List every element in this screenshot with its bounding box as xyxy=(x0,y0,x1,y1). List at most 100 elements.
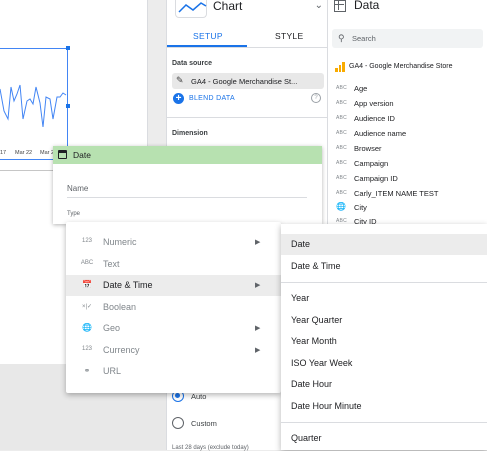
menu-separator xyxy=(281,282,487,283)
date-range-note: Last 28 days (exclude today) xyxy=(172,445,249,451)
radio-auto-label: Auto xyxy=(191,392,207,401)
resize-handle[interactable] xyxy=(66,46,70,50)
submenu-item-year-month[interactable]: Year Month xyxy=(281,331,487,352)
blend-data-button[interactable]: + BLEND DATA ? xyxy=(173,93,325,105)
submenu-item-date-time[interactable]: Date & Time xyxy=(281,256,487,277)
menu-item-label: Text xyxy=(103,259,120,269)
pencil-icon[interactable]: ✎ xyxy=(176,75,184,86)
submenu-item-label: Date Hour xyxy=(291,379,333,389)
search-input[interactable] xyxy=(352,32,477,45)
field-label: Campaign xyxy=(354,159,389,168)
field-item[interactable]: ABC App version xyxy=(332,96,483,111)
field-item[interactable]: ABC Campaign ID xyxy=(332,171,483,186)
text-type-icon: ABC xyxy=(336,115,347,121)
field-label: Audience ID xyxy=(354,114,395,123)
menu-item-boolean[interactable]: ×|✓ Boolean xyxy=(66,297,281,318)
field-label: Browser xyxy=(354,144,382,153)
menu-item-date-time[interactable]: 📅 Date & Time ▶ xyxy=(66,275,281,296)
menu-item-numeric[interactable]: 123 Numeric ▶ xyxy=(66,232,281,253)
name-field-underline xyxy=(67,197,307,198)
chart-type-selector[interactable]: Chart ⌄ xyxy=(173,0,323,22)
analytics-icon xyxy=(335,62,345,72)
tab-setup[interactable]: SETUP xyxy=(193,31,223,41)
menu-separator xyxy=(281,422,487,423)
submenu-item-iso-year-week[interactable]: ISO Year Week xyxy=(281,353,487,374)
dimension-heading: Dimension xyxy=(172,130,208,137)
menu-item-label: Numeric xyxy=(103,237,137,247)
field-edit-dialog: Date Name Type xyxy=(53,146,322,224)
time-series-line xyxy=(0,84,67,128)
dialog-header: Date xyxy=(53,146,322,164)
field-item[interactable]: ABC Age xyxy=(332,81,483,96)
name-field[interactable]: Name xyxy=(67,184,88,193)
field-item[interactable]: ABC Audience ID xyxy=(332,111,483,126)
resize-handle[interactable] xyxy=(66,104,70,108)
chart-type-label: Chart xyxy=(213,0,243,13)
field-label: Audience name xyxy=(354,129,407,138)
submenu-item-date-hour-minute[interactable]: Date Hour Minute xyxy=(281,396,487,417)
field-item[interactable]: ABC Browser xyxy=(332,141,483,156)
menu-item-label: Date & Time xyxy=(103,280,153,290)
submenu-item-label: Year Month xyxy=(291,336,337,346)
submenu-item-label: Quarter xyxy=(291,433,322,443)
numeric-type-icon: 123 xyxy=(81,346,92,352)
submenu-item-date[interactable]: Date xyxy=(281,234,487,255)
data-source-selector[interactable]: ✎ GA4 - Google Merchandise St... xyxy=(172,73,324,89)
submenu-arrow-icon: ▶ xyxy=(255,239,261,246)
table-icon xyxy=(334,0,346,12)
text-type-icon: ABC xyxy=(336,145,347,151)
menu-item-label: Currency xyxy=(103,345,140,355)
menu-item-label: Geo xyxy=(103,323,121,333)
numeric-type-icon: 123 xyxy=(81,238,92,244)
submenu-item-date-hour[interactable]: Date Hour xyxy=(281,374,487,395)
menu-item-currency[interactable]: 123 Currency ▶ xyxy=(66,340,281,361)
menu-item-label: URL xyxy=(103,366,122,376)
field-label: App version xyxy=(354,99,394,108)
submenu-arrow-icon: ▶ xyxy=(255,282,261,289)
menu-item-label: Boolean xyxy=(103,302,137,312)
text-type-icon: ABC xyxy=(336,85,347,91)
submenu-item-year[interactable]: Year xyxy=(281,288,487,309)
submenu-item-year-quarter[interactable]: Year Quarter xyxy=(281,310,487,331)
line-chart-icon xyxy=(175,0,207,18)
text-type-icon: ABC xyxy=(80,260,94,266)
help-icon[interactable]: ? xyxy=(311,93,321,103)
radio-custom[interactable] xyxy=(172,417,184,429)
field-label: City xyxy=(354,203,367,212)
submenu-item-label: Date & Time xyxy=(291,261,341,271)
submenu-item-label: Year xyxy=(291,293,310,303)
type-label: Type xyxy=(67,211,81,217)
field-item[interactable]: 🌐 City xyxy=(332,200,483,215)
calendar-icon xyxy=(58,150,67,159)
dialog-title: Date xyxy=(73,150,91,160)
field-search[interactable]: ⚲ xyxy=(332,29,483,48)
data-source-name: GA4 - Google Merchandise St... xyxy=(191,76,298,86)
text-type-icon: ABC xyxy=(336,175,347,181)
type-menu: 123 Numeric ▶ ABC Text 📅 Date & Time ▶ ×… xyxy=(66,222,281,393)
menu-item-url[interactable]: ⚭ URL xyxy=(66,361,281,382)
data-source-heading: Data source xyxy=(172,60,213,67)
submenu-arrow-icon: ▶ xyxy=(255,347,261,354)
chevron-down-icon[interactable]: ⌄ xyxy=(315,0,323,11)
menu-item-geo[interactable]: 🌐 Geo ▶ xyxy=(66,318,281,339)
field-item[interactable]: ABC Audience name xyxy=(332,126,483,141)
tab-style[interactable]: STYLE xyxy=(275,31,303,41)
data-panel-title: Data xyxy=(354,0,380,12)
field-label: Campaign ID xyxy=(354,174,398,183)
data-source-name: GA4 - Google Merchandise Store xyxy=(349,63,453,70)
text-type-icon: ABC xyxy=(336,190,347,196)
submenu-item-label: Date Hour Minute xyxy=(291,401,362,411)
field-label: Carly_ITEM NAME TEST xyxy=(354,189,439,198)
field-item[interactable]: ABC Carly_ITEM NAME TEST xyxy=(332,186,483,201)
submenu-item-label: Year Quarter xyxy=(291,315,343,325)
date-time-submenu: Date Date & Time Year Year Quarter Year … xyxy=(281,224,487,450)
field-item[interactable]: ABC Campaign xyxy=(332,156,483,171)
x-tick-label: 17 xyxy=(0,150,7,156)
selected-chart[interactable] xyxy=(0,48,68,160)
submenu-item-label: Date xyxy=(291,239,311,249)
submenu-item-quarter[interactable]: Quarter xyxy=(281,428,487,449)
calendar-icon: 📅 xyxy=(82,280,92,289)
boolean-icon: ×|✓ xyxy=(81,304,93,310)
submenu-arrow-icon: ▶ xyxy=(255,325,261,332)
menu-item-text[interactable]: ABC Text xyxy=(66,254,281,275)
